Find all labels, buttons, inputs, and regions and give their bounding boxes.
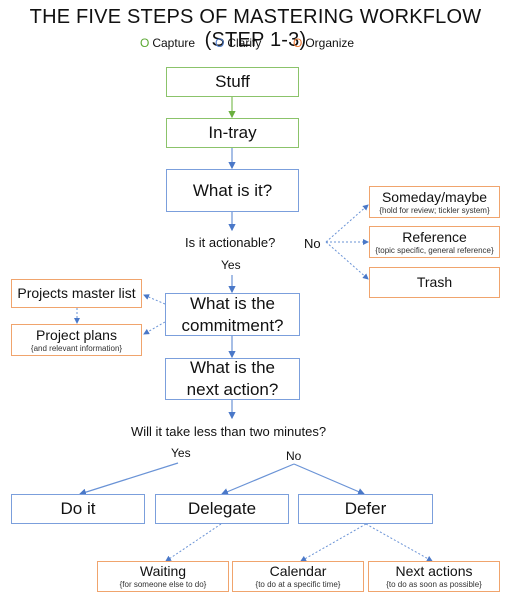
node-what-is-it-label: What is it? <box>192 180 273 200</box>
label-is-actionable: Is it actionable? <box>185 235 276 250</box>
node-what-is-commitment-label: What is the commitment? <box>181 293 284 335</box>
label-two-minutes: Will it take less than two minutes? <box>131 424 327 439</box>
node-next-action: What is the next action? <box>165 358 300 400</box>
arrow-no-defer <box>293 463 366 495</box>
node-delegate: Delegate <box>155 494 289 524</box>
arrow-defer-nextactions <box>365 523 433 562</box>
node-waiting-label: Waiting <box>139 563 187 579</box>
label-no-two-minutes: No <box>286 449 302 463</box>
arrow-defer-calendar <box>300 523 367 562</box>
node-calendar-note: {to do at a specific time} <box>255 580 341 589</box>
node-project-plans: Project plans {and relevant information} <box>11 324 142 356</box>
node-trash: Trash <box>369 267 500 298</box>
node-next-actions-label: Next actions <box>395 563 473 579</box>
node-do-it: Do it <box>11 494 145 524</box>
node-projects-master-list-label: Projects master list <box>17 285 136 301</box>
arrow-delegate-waiting <box>165 523 222 562</box>
node-defer: Defer <box>298 494 433 524</box>
node-calendar: Calendar {to do at a specific time} <box>232 561 364 592</box>
node-waiting: Waiting {for someone else to do} <box>97 561 229 592</box>
node-in-tray-label: In-tray <box>208 123 257 142</box>
node-someday-maybe: Someday/maybe {hold for review; tickler … <box>369 186 500 218</box>
node-what-is-commitment: What is the commitment? <box>165 293 300 336</box>
arrow-commitment-projects <box>143 294 166 305</box>
node-calendar-label: Calendar <box>269 563 327 579</box>
arrow-no-trash <box>325 241 369 280</box>
arrow-yes-doit <box>78 462 179 496</box>
label-yes-actionable: Yes <box>221 258 241 272</box>
node-next-action-label: What is the next action? <box>186 358 279 399</box>
node-projects-master-list: Projects master list <box>11 279 142 308</box>
node-reference: Reference {topic specific, general refer… <box>369 226 500 258</box>
node-project-plans-note: {and relevant information} <box>30 343 123 353</box>
node-reference-note: {topic specific, general reference} <box>375 245 494 255</box>
node-next-actions-note: {to do as soon as possible} <box>386 580 482 589</box>
label-yes-two-minutes: Yes <box>171 446 191 460</box>
arrow-no-someday <box>325 204 369 243</box>
node-reference-label: Reference <box>402 228 467 245</box>
node-next-actions: Next actions {to do as soon as possible} <box>368 561 500 592</box>
node-defer-label: Defer <box>344 499 387 518</box>
node-waiting-note: {for someone else to do} <box>119 580 207 589</box>
node-trash-label: Trash <box>416 274 453 290</box>
node-stuff: Stuff <box>166 67 299 97</box>
node-someday-maybe-note: {hold for review; tickler system} <box>379 205 490 215</box>
node-in-tray: In-tray <box>166 118 299 148</box>
node-stuff-label: Stuff <box>215 72 250 91</box>
label-no-actionable: No <box>304 236 321 251</box>
node-someday-maybe-label: Someday/maybe <box>381 188 488 205</box>
node-do-it-label: Do it <box>60 499 96 518</box>
arrow-commitment-plans <box>143 321 166 335</box>
node-delegate-label: Delegate <box>187 499 257 518</box>
node-what-is-it: What is it? <box>166 169 299 212</box>
node-project-plans-label: Project plans <box>36 326 117 343</box>
arrow-no-delegate <box>220 463 295 496</box>
